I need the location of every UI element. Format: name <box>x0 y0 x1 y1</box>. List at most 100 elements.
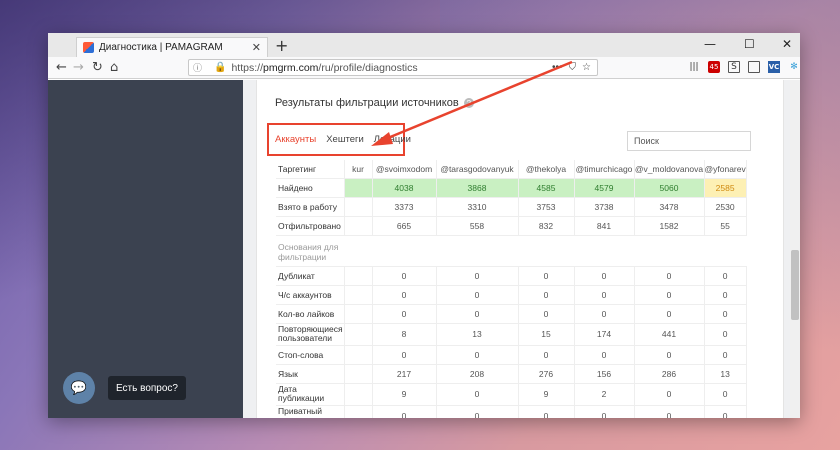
diagnostics-table: Таргетинг kur @svoimxodom @tarasgodovanyuk @… <box>276 160 747 418</box>
table-cell: 208 <box>436 364 519 384</box>
table-cell: 4585 <box>518 178 575 198</box>
table-cell: 558 <box>436 216 519 236</box>
page-content: 💬 Есть вопрос? Результаты фильтрации ист… <box>48 80 800 418</box>
table-cell: 0 <box>704 345 747 365</box>
url-path: /ru/profile/diagnostics <box>318 61 418 74</box>
table-cell: 0 <box>634 285 705 305</box>
library-icon[interactable]: ||| <box>688 61 700 73</box>
diagnostics-panel: Результаты фильтрации источников ? Аккау… <box>256 80 784 418</box>
table-cell: 8 <box>372 323 437 346</box>
table-cell <box>344 285 373 305</box>
table-cell <box>344 405 373 418</box>
column-header[interactable]: @timurchicago <box>574 160 635 179</box>
column-header[interactable]: @tarasgodovanyuk <box>436 160 519 179</box>
back-arrow-icon[interactable]: ← <box>56 60 67 75</box>
table-cell: 0 <box>574 285 635 305</box>
table-cell: 0 <box>634 266 705 286</box>
table-cell: 0 <box>436 383 519 406</box>
table-row: Дубликат 0 0 0 0 0 0 <box>276 266 747 286</box>
chat-tooltip[interactable]: Есть вопрос? <box>108 376 186 400</box>
chat-bubble-icon[interactable]: 💬 <box>63 372 95 404</box>
table-row: Стоп-слова 0 0 0 0 0 0 <box>276 345 747 365</box>
table-row: Язык 217 208 276 156 286 13 <box>276 364 747 384</box>
table-cell <box>344 364 373 384</box>
tab-locations[interactable]: Локации <box>374 134 411 145</box>
extension-s-icon[interactable]: S <box>728 61 740 73</box>
tab-accounts[interactable]: Аккаунты <box>275 134 316 145</box>
table-cell: 2585 <box>704 178 747 198</box>
table-cell: 0 <box>634 304 705 324</box>
home-icon[interactable]: ⌂ <box>110 60 118 75</box>
search-input[interactable]: Поиск <box>627 131 751 151</box>
close-window-button[interactable]: ✕ <box>782 37 792 51</box>
table-cell: 0 <box>436 266 519 286</box>
scrollbar-thumb[interactable] <box>791 250 799 320</box>
lock-icon: 🔒 <box>214 62 227 73</box>
vc-extension-icon[interactable]: VC <box>768 61 780 73</box>
tab-close-icon[interactable]: ✕ <box>252 41 261 54</box>
table-cell: 0 <box>634 405 705 418</box>
table-cell <box>344 383 373 406</box>
table-cell: 0 <box>704 285 747 305</box>
tab-title: Диагностика | PAMAGRAM <box>99 42 223 53</box>
bookmark-star-icon[interactable]: ☆ <box>582 62 591 73</box>
maximize-button[interactable]: ☐ <box>744 37 755 51</box>
panel-title-text: Результаты фильтрации источников <box>275 97 459 109</box>
table-cell: 5060 <box>634 178 705 198</box>
row-label: Дубликат <box>276 266 345 286</box>
table-row: Взято в работу 3373 3310 3753 3738 3478 2530 <box>276 197 747 217</box>
table-cell: 0 <box>436 304 519 324</box>
row-label: Кол-во лайков <box>276 304 345 324</box>
url-bar[interactable]: ⓘ 🔒 https:// pmgrm.com /ru/profile/diagn… <box>188 59 598 76</box>
url-scheme: https:// <box>231 61 263 74</box>
row-label: Найдено <box>276 178 345 198</box>
table-cell: 276 <box>518 364 575 384</box>
column-header[interactable]: @yfonarev <box>704 160 747 179</box>
table-cell: 0 <box>372 345 437 365</box>
column-header[interactable]: @svoimxodom <box>372 160 437 179</box>
pocket-icon[interactable]: ⛉ <box>569 62 577 73</box>
browser-tab[interactable]: Диагностика | PAMAGRAM ✕ <box>76 37 268 57</box>
table-cell: 0 <box>518 304 575 324</box>
table-cell: 0 <box>372 405 437 418</box>
table-row: Дата публикации 9 0 9 2 0 0 <box>276 383 747 406</box>
table-cell: 9 <box>372 383 437 406</box>
navigation-bar: ← → ↻ ⌂ ⓘ 🔒 https:// pmgrm.com /ru/profi… <box>48 57 800 79</box>
table-cell <box>344 178 373 198</box>
source-tabs: Аккаунты Хештеги Локации <box>267 123 411 156</box>
adblock-icon[interactable]: 45 <box>708 61 720 73</box>
table-cell: 3753 <box>518 197 575 217</box>
column-header[interactable]: kur <box>344 160 373 179</box>
pamagram-favicon-icon <box>83 42 94 53</box>
row-label: Приватный аккаунт <box>276 405 345 418</box>
sidebar-icon[interactable] <box>748 61 760 73</box>
reload-icon[interactable]: ↻ <box>92 60 103 75</box>
row-label: Взято в работу <box>276 197 345 217</box>
table-cell: 0 <box>574 405 635 418</box>
tab-hashtags[interactable]: Хештеги <box>326 134 364 145</box>
column-header[interactable]: @thekolya <box>518 160 575 179</box>
column-header[interactable]: @v_moldovanova <box>634 160 705 179</box>
table-cell: 0 <box>574 266 635 286</box>
table-cell: 4038 <box>372 178 437 198</box>
info-icon[interactable]: ⓘ <box>193 61 202 74</box>
table-cell: 832 <box>518 216 575 236</box>
column-header-targeting: Таргетинг <box>276 160 345 179</box>
table-cell: 156 <box>574 364 635 384</box>
forward-arrow-icon[interactable]: → <box>73 60 84 75</box>
page-scrollbar[interactable] <box>790 80 800 418</box>
table-cell: 0 <box>372 285 437 305</box>
page-actions-icon[interactable]: ••• <box>552 62 563 73</box>
table-cell: 0 <box>372 304 437 324</box>
minimize-button[interactable]: — <box>704 37 716 51</box>
table-cell: 55 <box>704 216 747 236</box>
url-host: pmgrm.com <box>262 61 319 74</box>
table-cell <box>344 323 373 346</box>
table-cell <box>344 345 373 365</box>
help-icon[interactable]: ? <box>463 98 474 108</box>
react-extension-icon[interactable]: ✻ <box>788 61 800 73</box>
row-label: Язык <box>276 364 345 384</box>
section-row: Основания для фильтрации <box>276 235 747 267</box>
new-tab-button[interactable]: + <box>275 36 288 55</box>
table-cell: 0 <box>436 405 519 418</box>
